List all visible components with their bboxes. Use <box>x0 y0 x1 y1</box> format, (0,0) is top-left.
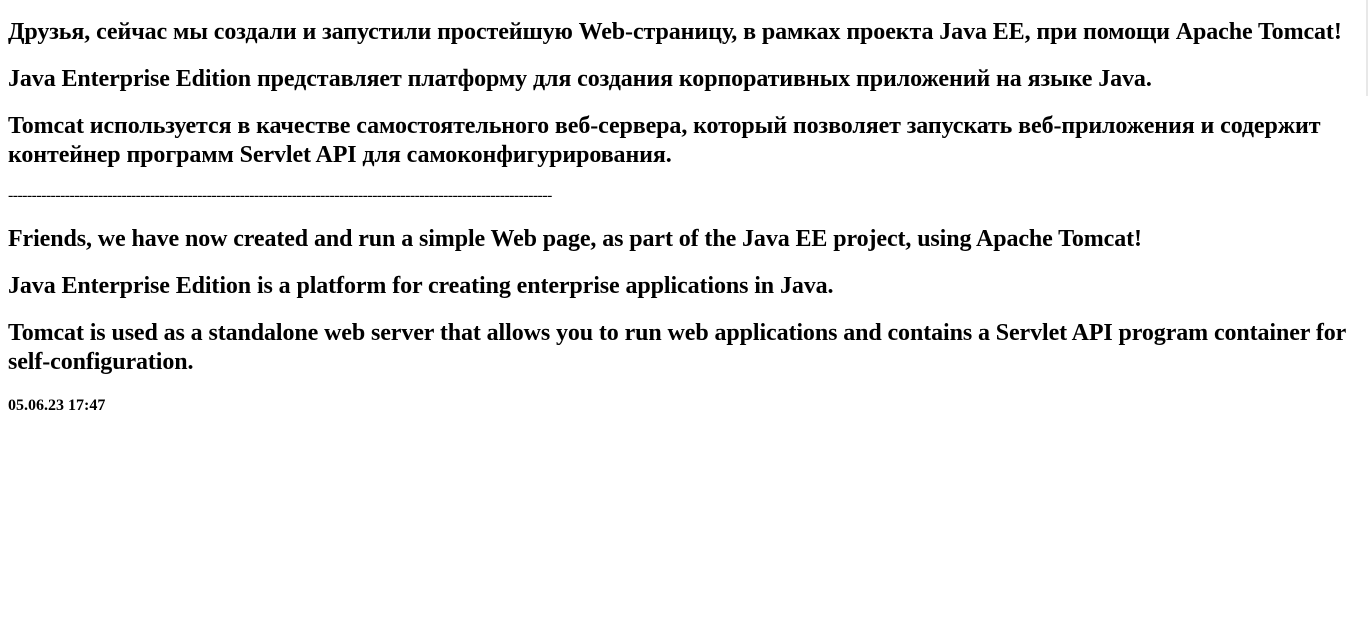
dashed-divider: ----------------------------------------… <box>8 187 552 204</box>
en-heading-tomcat: Tomcat is used as a standalone web serve… <box>8 320 1346 375</box>
timestamp: 05.06.23 17:47 <box>8 397 106 414</box>
ru-heading-tomcat: Tomcat используется в качестве самостоят… <box>8 113 1321 168</box>
ru-heading-java-ee: Java Enterprise Edition представляет пла… <box>8 66 1152 92</box>
page-content: Друзья, сейчас мы создали и запустили пр… <box>0 0 1368 416</box>
en-heading-java-ee: Java Enterprise Edition is a platform fo… <box>8 273 834 299</box>
en-heading-intro: Friends, we have now created and run a s… <box>8 226 1142 252</box>
ru-heading-intro: Друзья, сейчас мы создали и запустили пр… <box>8 19 1342 45</box>
